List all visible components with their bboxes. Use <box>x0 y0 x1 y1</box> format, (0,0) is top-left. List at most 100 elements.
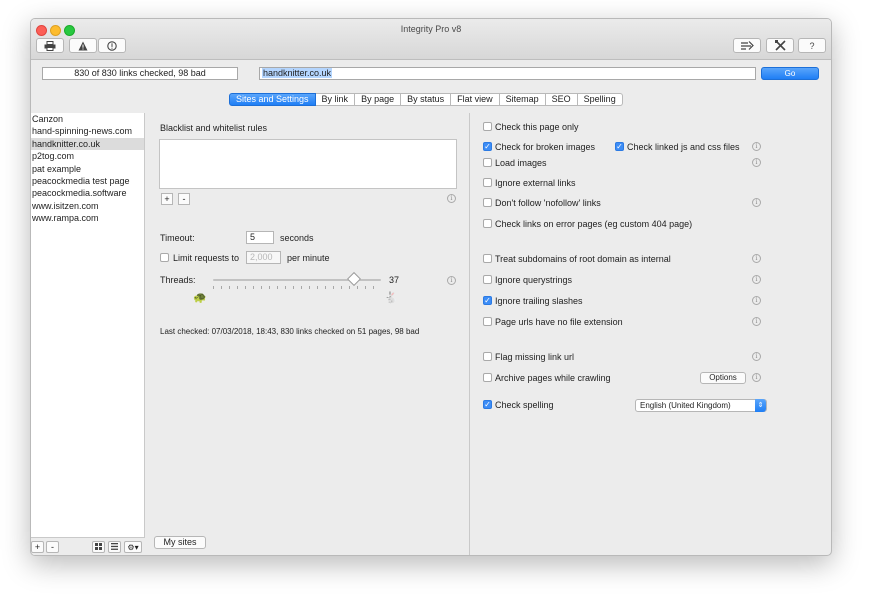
site-actions-menu[interactable]: ⚙▾ <box>124 541 142 553</box>
filter-icon <box>741 40 754 50</box>
check-linked-js-css-label: Check linked js and css files <box>627 142 740 152</box>
timeout-unit: seconds <box>280 233 314 243</box>
threads-slider-thumb[interactable] <box>347 271 362 287</box>
rules-info-icon[interactable]: i <box>447 194 456 203</box>
app-window: Integrity Pro v8 ? 830 of 830 links chec… <box>30 18 832 556</box>
trailing-slashes-info-icon[interactable]: i <box>752 296 761 305</box>
dont-follow-nofollow-checkbox[interactable] <box>483 198 492 207</box>
spelling-language-select[interactable]: English (United Kingdom) ⇕ <box>635 399 767 412</box>
tab-flat-view[interactable]: Flat view <box>451 93 500 106</box>
threads-value: 37 <box>389 275 400 285</box>
site-list-item[interactable]: www.rampa.com <box>31 212 144 224</box>
site-list-item[interactable]: Canzon <box>31 113 144 125</box>
check-linked-js-css-checkbox[interactable]: ✓ <box>615 142 624 151</box>
tools-icon <box>774 40 786 51</box>
subdomains-info-icon[interactable]: i <box>752 254 761 263</box>
site-list-item[interactable]: peacockmedia test page <box>31 175 144 187</box>
printer-icon <box>44 40 56 51</box>
go-button[interactable]: Go <box>761 67 819 80</box>
archive-info-icon[interactable]: i <box>752 373 761 382</box>
ignore-trailing-slashes-checkbox[interactable]: ✓ <box>483 296 492 305</box>
site-list-item[interactable]: p2tog.com <box>31 150 144 162</box>
flag-missing-link-checkbox[interactable] <box>483 352 492 361</box>
check-this-page-only-label: Check this page only <box>495 122 579 132</box>
no-file-extension-label: Page urls have no file extension <box>495 317 623 327</box>
ignore-querystrings-checkbox[interactable] <box>483 275 492 284</box>
archive-options-button[interactable]: Options <box>700 372 746 384</box>
warning-icon <box>78 41 88 50</box>
load-images-label: Load images <box>495 158 547 168</box>
remove-rule-button[interactable]: - <box>178 193 190 205</box>
site-list-item[interactable]: hand-spinning-news.com <box>31 125 144 137</box>
url-value: handknitter.co.uk <box>262 68 333 78</box>
tab-by-page[interactable]: By page <box>355 93 402 106</box>
my-sites-button[interactable]: My sites <box>154 536 206 549</box>
add-rule-button[interactable]: + <box>161 193 173 205</box>
ignore-querystrings-label: Ignore querystrings <box>495 275 573 285</box>
add-site-button[interactable]: + <box>31 541 44 553</box>
title-bar: Integrity Pro v8 ? <box>31 19 831 60</box>
check-this-page-only-checkbox[interactable] <box>483 122 492 131</box>
threads-label: Threads: <box>160 275 196 285</box>
panel-divider <box>469 113 470 555</box>
dont-follow-nofollow-label: Don't follow 'nofollow' links <box>495 198 601 208</box>
print-button[interactable] <box>36 38 64 53</box>
check-broken-images-label: Check for broken images <box>495 142 596 152</box>
gear-icon: ⚙▾ <box>127 543 139 552</box>
site-list-item[interactable]: www.isitzen.com <box>31 200 144 212</box>
site-list-item-selected[interactable]: handknitter.co.uk <box>31 137 144 151</box>
list-icon <box>111 543 118 550</box>
tab-sitemap[interactable]: Sitemap <box>499 93 546 106</box>
timeout-label: Timeout: <box>160 233 195 243</box>
sites-sidebar: Canzon hand-spinning-news.com handknitte… <box>31 113 145 555</box>
list-view-button[interactable] <box>108 541 121 553</box>
limit-requests-label: Limit requests to <box>173 253 240 263</box>
ignore-trailing-slashes-label: Ignore trailing slashes <box>495 296 583 306</box>
info-button[interactable] <box>98 38 126 53</box>
url-input[interactable]: handknitter.co.uk <box>259 67 756 80</box>
help-label: ? <box>809 40 815 51</box>
threads-slider-ticks <box>213 286 381 289</box>
warnings-button[interactable] <box>69 38 97 53</box>
check-broken-images-checkbox[interactable]: ✓ <box>483 142 492 151</box>
ignore-external-checkbox[interactable] <box>483 178 492 187</box>
help-button[interactable]: ? <box>798 38 826 53</box>
tab-by-link[interactable]: By link <box>315 93 356 106</box>
treat-subdomains-checkbox[interactable] <box>483 254 492 263</box>
tools-button[interactable] <box>766 38 794 53</box>
nofollow-info-icon[interactable]: i <box>752 198 761 207</box>
querystrings-info-icon[interactable]: i <box>752 275 761 284</box>
check-error-pages-label: Check links on error pages (eg custom 40… <box>495 219 693 229</box>
check-error-pages-checkbox[interactable] <box>483 219 492 228</box>
timeout-input[interactable]: 5 <box>246 231 274 244</box>
limit-requests-checkbox[interactable] <box>160 253 169 262</box>
site-list-item[interactable]: pat example <box>31 163 144 175</box>
file-extension-info-icon[interactable]: i <box>752 317 761 326</box>
tab-spelling[interactable]: Spelling <box>577 93 623 106</box>
images-info-icon[interactable]: i <box>752 142 761 151</box>
tortoise-icon: 🐢 <box>193 292 207 304</box>
limit-requests-unit: per minute <box>287 253 330 263</box>
tab-sites-and-settings[interactable]: Sites and Settings <box>229 93 316 106</box>
limit-requests-input[interactable]: 2,000 <box>246 251 281 264</box>
spelling-language-value: English (United Kingdom) <box>640 401 731 410</box>
load-images-checkbox[interactable] <box>483 158 492 167</box>
site-list-item[interactable]: peacockmedia.software <box>31 187 144 199</box>
missing-link-info-icon[interactable]: i <box>752 352 761 361</box>
hare-icon: 🐇 <box>384 292 398 304</box>
filter-button[interactable] <box>733 38 761 53</box>
grid-view-button[interactable] <box>92 541 105 553</box>
tab-by-status[interactable]: By status <box>401 93 452 106</box>
load-images-info-icon[interactable]: i <box>752 158 761 167</box>
ignore-external-label: Ignore external links <box>495 178 576 188</box>
tab-bar: Sites and Settings By link By page By st… <box>229 93 623 106</box>
threads-info-icon[interactable]: i <box>447 276 456 285</box>
remove-site-button[interactable]: - <box>46 541 59 553</box>
no-file-extension-checkbox[interactable] <box>483 317 492 326</box>
tab-seo[interactable]: SEO <box>545 93 578 106</box>
check-spelling-checkbox[interactable]: ✓ <box>483 400 492 409</box>
treat-subdomains-label: Treat subdomains of root domain as inter… <box>495 254 671 264</box>
rules-list[interactable] <box>159 139 457 189</box>
archive-pages-checkbox[interactable] <box>483 373 492 382</box>
link-count-status: 830 of 830 links checked, 98 bad <box>42 67 238 80</box>
